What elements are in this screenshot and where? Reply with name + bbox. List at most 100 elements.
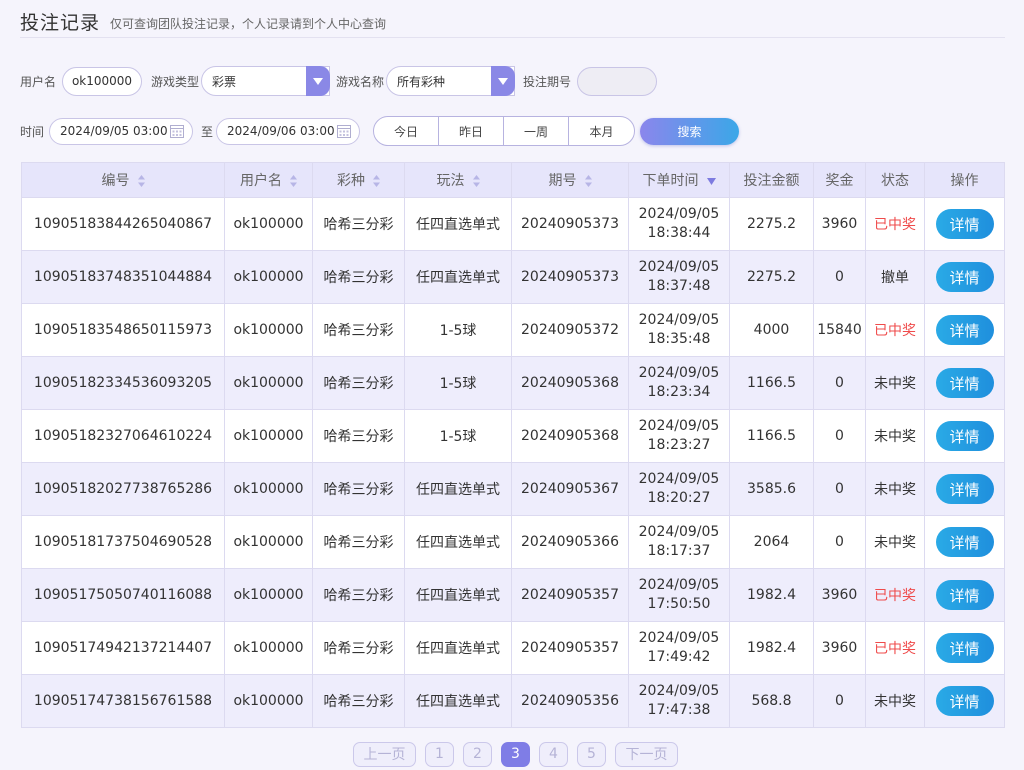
- table-row: 10905175050740116088 ok100000 哈希三分彩 任四直选单式 2…: [21, 568, 1005, 622]
- table-row: 10905181737504690528 ok100000 哈希三分彩 任四直选单式 2…: [21, 515, 1005, 569]
- cell-status: 撤单: [865, 250, 925, 304]
- cell-order-time: 2024/09/05 18:23:34: [628, 356, 730, 410]
- game-name-select[interactable]: 所有彩种: [386, 66, 516, 96]
- cell-lottery: 哈希三分彩: [312, 462, 405, 516]
- detail-button[interactable]: 详情: [935, 580, 994, 610]
- table-row: 10905182027738765286 ok100000 哈希三分彩 任四直选单式 2…: [21, 462, 1005, 516]
- detail-button[interactable]: 详情: [935, 262, 994, 292]
- page-button-3-current[interactable]: 3: [501, 741, 530, 767]
- sort-icon[interactable]: [584, 175, 592, 187]
- detail-button[interactable]: 详情: [935, 315, 994, 345]
- sort-icon[interactable]: [472, 175, 480, 187]
- cell-play: 1-5球: [404, 409, 512, 463]
- cell-amount: 1982.4: [729, 568, 814, 622]
- next-page-button[interactable]: 下一页: [615, 741, 678, 767]
- calendar-icon[interactable]: [337, 124, 352, 138]
- column-header-period[interactable]: 期号: [511, 162, 629, 198]
- username-input[interactable]: ok100000: [62, 66, 143, 96]
- cell-lottery: 哈希三分彩: [312, 568, 405, 622]
- cell-action: 详情: [924, 674, 1005, 728]
- quick-month-button[interactable]: 本月: [569, 117, 634, 145]
- cell-lottery: 哈希三分彩: [312, 303, 405, 357]
- order-date: 2024/09/05: [638, 577, 720, 593]
- cell-play: 1-5球: [404, 303, 512, 357]
- quick-yesterday-button[interactable]: 昨日: [439, 117, 505, 145]
- cell-action: 详情: [924, 568, 1005, 622]
- cell-play: 1-5球: [404, 356, 512, 410]
- cell-user: ok100000: [224, 568, 313, 622]
- cell-period: 20240905368: [511, 356, 629, 410]
- cell-id: 10905175050740116088: [21, 568, 225, 622]
- cell-status: 已中奖: [865, 621, 925, 675]
- cell-action: 详情: [924, 356, 1005, 410]
- table-row: 10905182334536093205 ok100000 哈希三分彩 1-5球 202…: [21, 356, 1005, 410]
- game-type-value: 彩票: [212, 74, 237, 89]
- page-header: 投注记录 仅可查询团队投注记录，个人记录请到个人中心查询: [20, 6, 1005, 38]
- page-button-5[interactable]: 5: [577, 741, 606, 767]
- sort-icon[interactable]: [137, 175, 145, 187]
- cell-amount: 1166.5: [729, 409, 814, 463]
- order-date: 2024/09/05: [638, 524, 720, 540]
- cell-id: 10905174738156761588: [21, 674, 225, 728]
- cell-user: ok100000: [224, 356, 313, 410]
- detail-button[interactable]: 详情: [935, 209, 994, 239]
- chevron-down-icon[interactable]: [491, 66, 516, 96]
- column-header-user[interactable]: 用户名: [224, 162, 313, 198]
- end-time-input[interactable]: 2024/09/06 03:00: [216, 117, 361, 145]
- start-time-input[interactable]: 2024/09/05 03:00: [49, 117, 194, 145]
- search-button[interactable]: 搜索: [640, 117, 740, 145]
- cell-status: 已中奖: [865, 303, 925, 357]
- detail-button[interactable]: 详情: [935, 421, 994, 451]
- cell-status: 未中奖: [865, 515, 925, 569]
- cell-id: 10905183548650115973: [21, 303, 225, 357]
- cell-order-time: 2024/09/05 18:23:27: [628, 409, 730, 463]
- cell-id: 10905182027738765286: [21, 462, 225, 516]
- cell-id: 10905181737504690528: [21, 515, 225, 569]
- column-header-play[interactable]: 玩法: [404, 162, 512, 198]
- sort-desc-icon[interactable]: [706, 177, 716, 185]
- column-header-id[interactable]: 编号: [21, 162, 225, 198]
- detail-button[interactable]: 详情: [935, 686, 994, 716]
- order-date: 2024/09/05: [638, 206, 720, 222]
- order-time: 17:50:50: [647, 596, 711, 612]
- game-name-value: 所有彩种: [397, 74, 446, 89]
- game-type-select[interactable]: 彩票: [201, 66, 331, 96]
- detail-button[interactable]: 详情: [935, 633, 994, 663]
- sort-icon[interactable]: [373, 175, 380, 187]
- start-time-value: 2024/09/05 03:00: [60, 124, 168, 138]
- page-button-2[interactable]: 2: [463, 741, 492, 767]
- detail-button[interactable]: 详情: [935, 527, 994, 557]
- username-value: ok100000: [71, 74, 133, 88]
- detail-button[interactable]: 详情: [935, 368, 994, 398]
- order-time: 18:17:37: [647, 543, 711, 559]
- quick-today-button[interactable]: 今日: [374, 117, 440, 145]
- cell-id: 10905182327064610224: [21, 409, 225, 463]
- sort-icon[interactable]: [290, 175, 297, 187]
- calendar-icon[interactable]: [170, 124, 185, 138]
- cell-user: ok100000: [224, 621, 313, 675]
- cell-user: ok100000: [224, 197, 313, 251]
- page-button-4[interactable]: 4: [539, 741, 568, 767]
- cell-order-time: 2024/09/05 17:47:38: [628, 674, 730, 728]
- cell-bonus: 3960: [813, 197, 866, 251]
- column-header-time[interactable]: 下单时间: [628, 162, 730, 198]
- column-header-bonus: 奖金: [813, 162, 866, 198]
- cell-lottery: 哈希三分彩: [312, 409, 405, 463]
- cell-play: 任四直选单式: [404, 674, 512, 728]
- chevron-down-icon[interactable]: [306, 66, 331, 96]
- detail-button[interactable]: 详情: [935, 474, 994, 504]
- period-input[interactable]: [577, 66, 658, 96]
- page-button-1[interactable]: 1: [425, 741, 454, 767]
- filter-row-2: 时间 2024/09/05 03:00 至 2024/09/06 03:00 今…: [20, 116, 740, 146]
- quick-range-group: 今日 昨日 一周 本月: [373, 116, 636, 146]
- cell-user: ok100000: [224, 409, 313, 463]
- prev-page-button[interactable]: 上一页: [353, 741, 416, 767]
- cell-lottery: 哈希三分彩: [312, 250, 405, 304]
- quick-week-button[interactable]: 一周: [504, 117, 570, 145]
- column-header-lottery[interactable]: 彩种: [312, 162, 405, 198]
- column-header-amount: 投注金额: [729, 162, 814, 198]
- cell-bonus: 0: [813, 515, 866, 569]
- cell-user: ok100000: [224, 462, 313, 516]
- to-label: 至: [201, 124, 214, 139]
- cell-amount: 568.8: [729, 674, 814, 728]
